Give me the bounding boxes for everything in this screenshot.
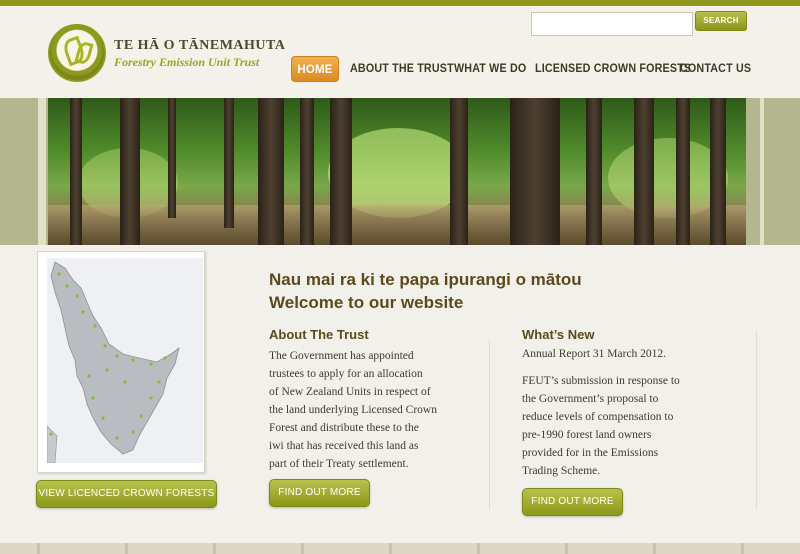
welcome-heading-english: Welcome to our website bbox=[269, 293, 464, 312]
about-trust-heading: About The Trust bbox=[269, 327, 369, 342]
nav-item-home[interactable]: HOME bbox=[291, 56, 339, 82]
fern-leaf-icon bbox=[48, 24, 106, 82]
site-title: TE HĀ O TĀNEMAHUTA bbox=[114, 38, 286, 53]
search-input[interactable] bbox=[531, 12, 693, 36]
news-item-annual-report[interactable]: Annual Report 31 March 2012. bbox=[522, 345, 747, 363]
nav-item-contact-us[interactable]: CONTACT US bbox=[680, 56, 751, 82]
footer-strip bbox=[0, 543, 800, 554]
search-button[interactable]: SEARCH bbox=[695, 11, 747, 31]
site-subtitle: Forestry Emission Unit Trust bbox=[114, 55, 260, 69]
nav-item-licensed-crown-forests[interactable]: LICENSED CROWN FORESTS bbox=[535, 56, 691, 82]
nav-item-what-we-do[interactable]: WHAT WE DO bbox=[454, 56, 526, 82]
whats-new-heading: What’s New bbox=[522, 327, 595, 342]
about-find-out-more-button[interactable]: FIND OUT MORE bbox=[269, 479, 370, 507]
nav-item-about-the-trust[interactable]: ABOUT THE TRUST bbox=[350, 56, 454, 82]
view-licenced-crown-forests-button[interactable]: VIEW LICENCED CROWN FORESTS bbox=[36, 480, 217, 508]
about-trust-text: The Government has appointed trustees to… bbox=[269, 350, 437, 470]
column-divider bbox=[489, 340, 490, 510]
news-find-out-more-button[interactable]: FIND OUT MORE bbox=[522, 488, 623, 516]
north-island-map[interactable] bbox=[46, 258, 203, 464]
site-logo[interactable]: TE HĀ O TĀNEMAHUTA Forestry Emission Uni… bbox=[48, 24, 285, 84]
map-frame bbox=[37, 251, 205, 473]
column-divider-right bbox=[756, 330, 757, 510]
forest-banner-image bbox=[48, 98, 746, 245]
news-item-feut-submission[interactable]: FEUT’s submission in response to the Gov… bbox=[522, 372, 747, 480]
welcome-heading-maori: Nau mai ra ki te papa ipurangi o mātou bbox=[269, 270, 582, 289]
